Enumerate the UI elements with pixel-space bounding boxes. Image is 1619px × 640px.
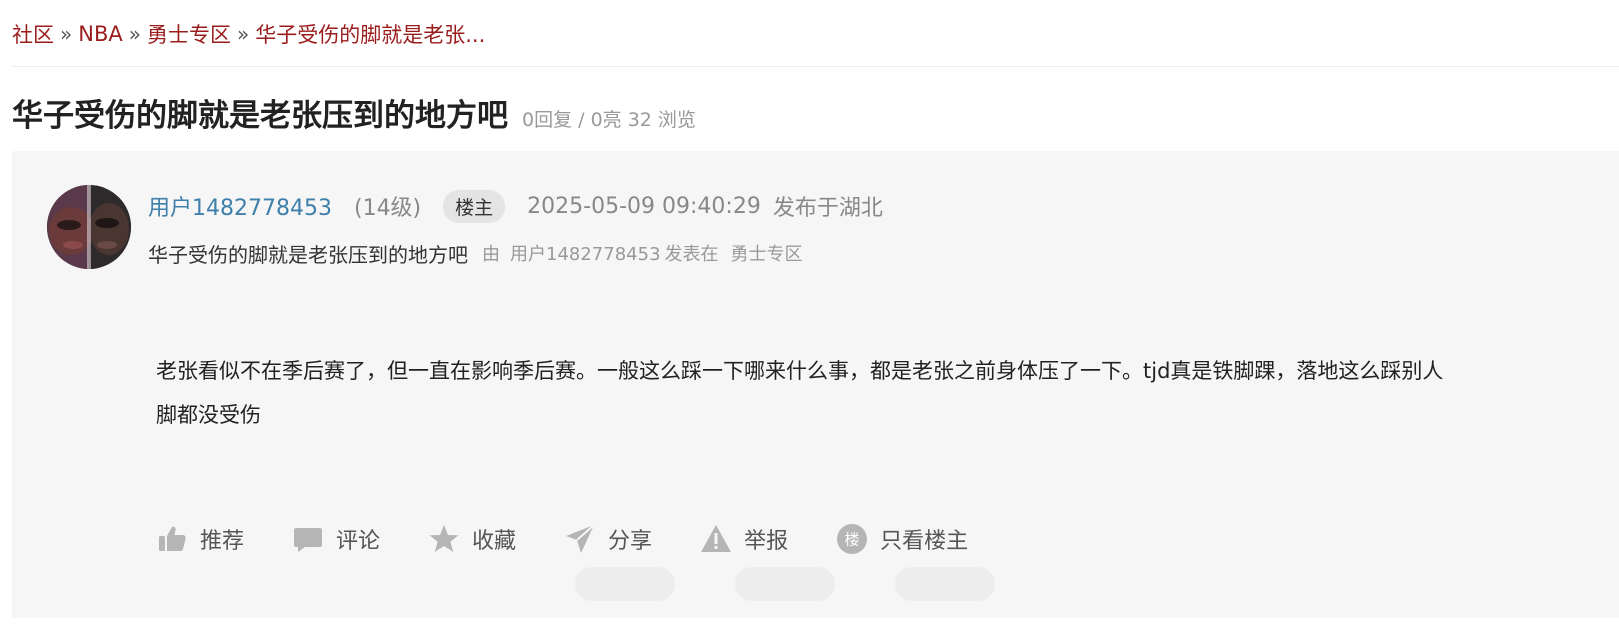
post-card: 用户1482778453 (14级) 楼主 2025-05-09 09:40:2… [12, 151, 1619, 618]
avatar-image [47, 185, 131, 269]
favorite-label: 收藏 [472, 529, 517, 554]
share-icon [566, 524, 595, 553]
post-stats: 0回复 / 0亮 32 浏览 [522, 109, 696, 131]
avatar[interactable] [47, 185, 131, 269]
post-location: 发布于湖北 [772, 196, 883, 221]
post-time: 2025-05-09 09:40:29 [527, 193, 761, 219]
warning-icon [701, 525, 732, 552]
subline-posted-in: 发表在 [664, 244, 719, 265]
breadcrumb-link-warriors[interactable]: 勇士专区 [147, 19, 231, 49]
action-bar: 推荐 评论 收藏 分享 举报 楼 只看楼主 [156, 517, 1016, 561]
only-op-label: 只看楼主 [880, 529, 969, 554]
share-button[interactable]: 分享 [564, 523, 652, 555]
comment-button[interactable]: 评论 [292, 523, 380, 555]
post-subline: 华子受伤的脚就是老张压到的地方吧 由 用户1482778453 发表在 勇士专区 [148, 237, 803, 269]
breadcrumb-separator: » [128, 22, 141, 46]
thumbs-up-icon [159, 526, 186, 551]
share-label: 分享 [608, 529, 653, 554]
subline-user[interactable]: 用户1482778453 [510, 240, 661, 266]
op-badge-icon: 楼 [837, 524, 868, 554]
breadcrumb-link-community[interactable]: 社区 [12, 19, 54, 49]
op-badge-icon-text: 楼 [845, 531, 860, 549]
post-content: 老张看似不在季后赛了，但一直在影响季后赛。一般这么踩一下哪来什么事，都是老张之前… [156, 359, 1444, 427]
report-label: 举报 [744, 529, 789, 554]
comment-icon [294, 528, 323, 552]
subline-title: 华子受伤的脚就是老张压到的地方吧 [148, 242, 468, 267]
subline-by: 由 [482, 244, 500, 265]
header-divider [12, 66, 1619, 67]
breadcrumb-link-current-post[interactable]: 华子受伤的脚就是老张... [255, 19, 485, 49]
blurred-element [575, 567, 675, 601]
recommend-button[interactable]: 推荐 [156, 523, 244, 555]
author-username[interactable]: 用户1482778453 [148, 190, 332, 222]
title-row: 华子受伤的脚就是老张压到的地方吧 0回复 / 0亮 32 浏览 [12, 90, 696, 134]
recommend-label: 推荐 [200, 529, 245, 554]
blurred-element [895, 567, 995, 601]
breadcrumb-separator: » [60, 22, 73, 46]
subline-board-link[interactable]: 勇士专区 [731, 240, 803, 266]
op-badge: 楼主 [443, 189, 506, 223]
breadcrumb-separator: » [236, 22, 250, 46]
breadcrumb-link-nba[interactable]: NBA [78, 22, 122, 46]
breadcrumb: 社区 » NBA » 勇士专区 » 华子受伤的脚就是老张... [12, 18, 485, 50]
author-level: (14级) [353, 196, 422, 221]
comment-label: 评论 [336, 529, 381, 554]
blurred-element [735, 567, 835, 601]
author-meta: 用户1482778453 (14级) 楼主 2025-05-09 09:40:2… [148, 189, 883, 223]
page-title: 华子受伤的脚就是老张压到的地方吧 [12, 98, 508, 134]
favorite-button[interactable]: 收藏 [428, 523, 516, 555]
only-op-button[interactable]: 楼 只看楼主 [836, 523, 968, 555]
report-button[interactable]: 举报 [700, 523, 788, 555]
star-icon [429, 525, 459, 552]
blurred-overlay [575, 563, 995, 605]
